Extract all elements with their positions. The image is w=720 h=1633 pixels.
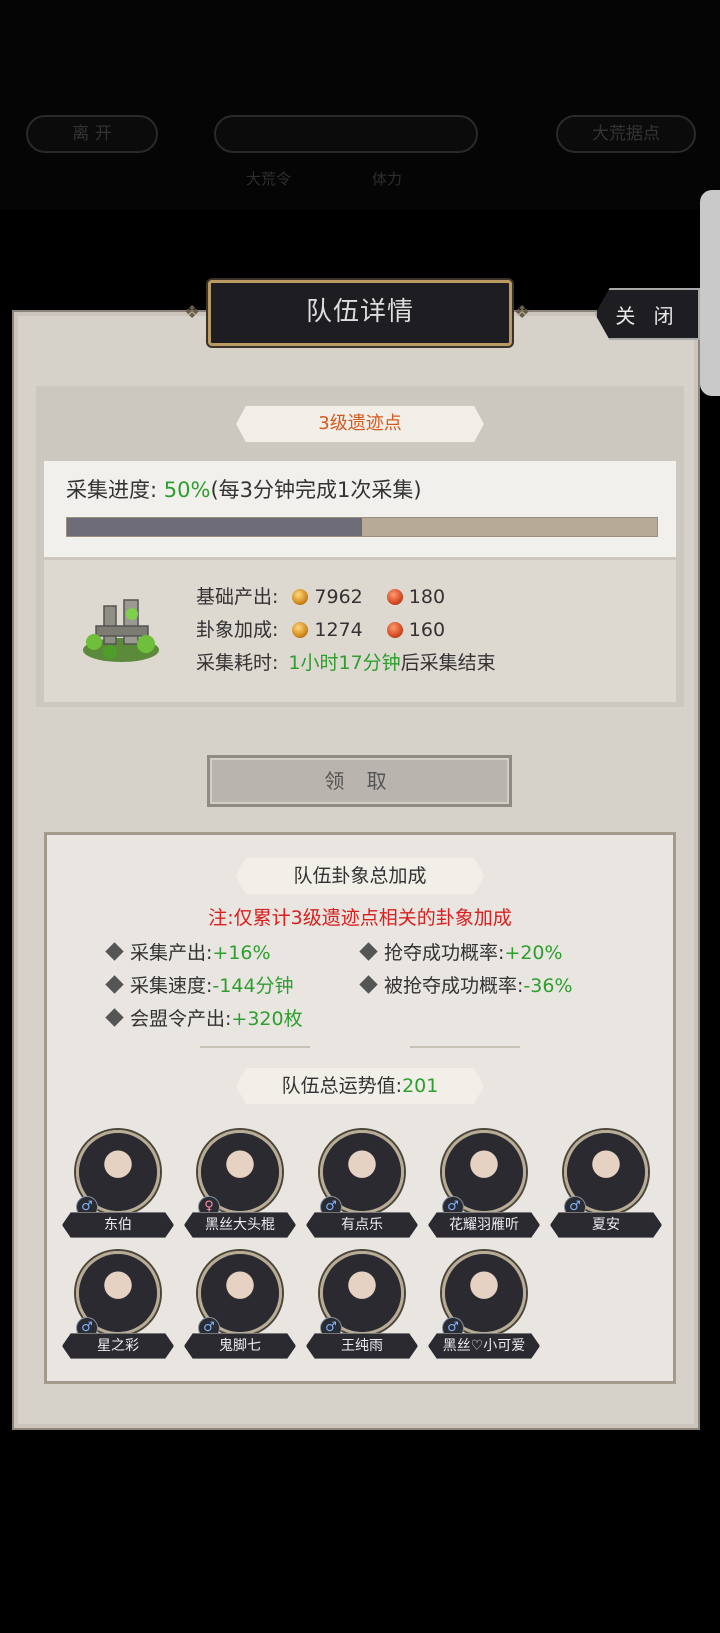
gold-ingot-icon	[292, 622, 309, 638]
time-row: 采集耗时: 1小时17分钟后采集结束	[196, 648, 496, 675]
fortune-label: 队伍总运势值:	[281, 1075, 403, 1097]
base-gold-value: 7962	[314, 586, 363, 608]
team-member[interactable]: ♂ 夏安	[550, 1130, 662, 1242]
token-label: 大荒令	[246, 170, 292, 188]
team-member[interactable]: ♂ 黑丝♡小可爱	[428, 1251, 540, 1363]
member-name: 星之彩	[62, 1333, 174, 1359]
bonus-value: +320枚	[231, 1008, 303, 1030]
title-ornament-left: ❖	[184, 302, 201, 323]
leave-button[interactable]: 离 开	[26, 115, 158, 153]
red-token-icon	[386, 589, 403, 605]
diamond-bullet-icon	[359, 975, 378, 994]
member-name: 黑丝♡小可爱	[428, 1333, 540, 1359]
team-member[interactable]: ♂ 鬼脚七	[184, 1251, 296, 1363]
fortune-ribbon: 队伍总运势值:201	[236, 1068, 484, 1104]
member-name: 东伯	[62, 1212, 174, 1238]
time-label: 采集耗时:	[196, 652, 279, 674]
title-ornament-right: ❖	[514, 302, 531, 323]
time-suffix: 后采集结束	[400, 652, 496, 674]
team-member[interactable]: ♂ 花耀羽雁听	[428, 1130, 540, 1242]
bonus-value: +20%	[504, 942, 563, 964]
member-name: 花耀羽雁听	[428, 1212, 540, 1238]
side-drawer-handle[interactable]	[700, 190, 720, 396]
member-name: 夏安	[550, 1212, 662, 1238]
background-top-bar: 离 开 大荒据点 大荒令 体力	[0, 0, 720, 210]
bonus-label: 抢夺成功概率:	[384, 942, 505, 964]
progress-note: (每3分钟完成1次采集)	[210, 478, 422, 502]
progress-bar-fill	[67, 518, 362, 536]
ruins-icon	[83, 599, 159, 662]
bonus-value: -144分钟	[212, 975, 294, 997]
diamond-bullet-icon	[105, 942, 124, 961]
bonus-value: -36%	[523, 975, 573, 997]
bonus-item: 采集产出:+16%	[105, 938, 271, 965]
center-location-button[interactable]	[214, 115, 478, 153]
member-name: 有点乐	[306, 1212, 418, 1238]
stamina-label: 体力	[372, 170, 403, 188]
diamond-bullet-icon	[105, 1008, 124, 1027]
bonus-item: 抢夺成功概率:+20%	[359, 938, 563, 965]
diamond-bullet-icon	[359, 942, 378, 961]
bonus-item: 被抢夺成功概率:-36%	[359, 971, 573, 998]
progress-text: 采集进度: 50%(每3分钟完成1次采集)	[66, 474, 422, 504]
base-red-value: 180	[408, 586, 446, 608]
bonus-label: 采集速度:	[130, 975, 213, 997]
red-token-icon	[386, 622, 403, 638]
bonus-output-label: 卦象加成:	[196, 619, 279, 641]
base-output-row: 基础产出: 7962 180	[196, 582, 455, 609]
team-bonus-title: 队伍卦象总加成	[236, 858, 484, 894]
base-button[interactable]: 大荒据点	[556, 115, 696, 153]
bonus-item: 会盟令产出:+320枚	[105, 1004, 303, 1031]
member-name: 鬼脚七	[184, 1333, 296, 1359]
claim-button[interactable]: 领 取	[207, 755, 512, 807]
team-member[interactable]: ♀ 黑丝大头棍	[184, 1130, 296, 1242]
bonus-label: 被抢夺成功概率:	[384, 975, 524, 997]
bonus-label: 采集产出:	[130, 942, 213, 964]
divider-right	[410, 1046, 520, 1048]
divider-left	[200, 1046, 310, 1048]
team-member[interactable]: ♂ 东伯	[62, 1130, 174, 1242]
panel-title: 队伍详情	[208, 280, 512, 346]
progress-bar	[66, 517, 658, 537]
team-member[interactable]: ♂ 王纯雨	[306, 1251, 418, 1363]
member-name: 王纯雨	[306, 1333, 418, 1359]
bonus-output-row: 卦象加成: 1274 160	[196, 615, 455, 642]
bonus-gold-value: 1274	[314, 619, 363, 641]
team-member[interactable]: ♂ 星之彩	[62, 1251, 174, 1363]
time-value: 1小时17分钟	[288, 652, 401, 674]
bonus-red-value: 160	[408, 619, 446, 641]
member-name: 黑丝大头棍	[184, 1212, 296, 1238]
progress-value: 50%	[163, 478, 211, 502]
fortune-value: 201	[402, 1075, 439, 1097]
gold-ingot-icon	[292, 589, 309, 605]
team-member[interactable]: ♂ 有点乐	[306, 1130, 418, 1242]
progress-label: 采集进度:	[66, 478, 158, 502]
bonus-note: 注:仅累计3级遗迹点相关的卦象加成	[208, 907, 512, 929]
site-name-ribbon: 3级遗迹点	[236, 406, 484, 442]
bonus-item: 采集速度:-144分钟	[105, 971, 294, 998]
diamond-bullet-icon	[105, 975, 124, 994]
close-button[interactable]: 关 闭	[595, 288, 700, 340]
base-output-label: 基础产出:	[196, 586, 279, 608]
bonus-label: 会盟令产出:	[130, 1008, 232, 1030]
bonus-value: +16%	[212, 942, 271, 964]
